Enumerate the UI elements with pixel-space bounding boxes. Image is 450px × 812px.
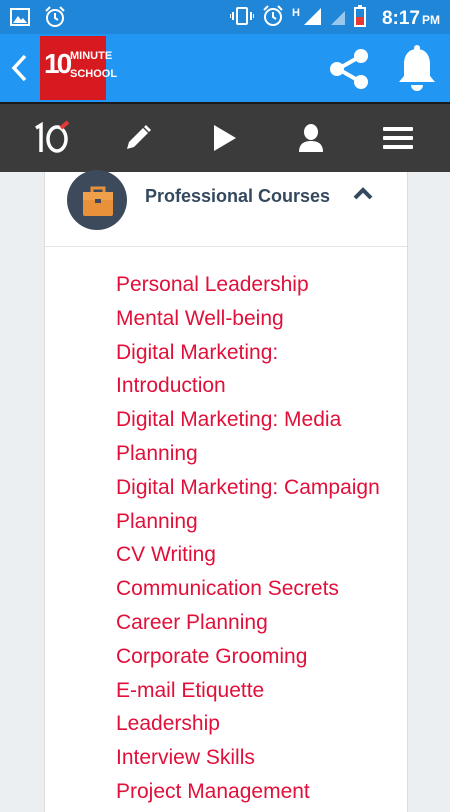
signal-icon (302, 6, 322, 31)
course-link[interactable]: Introduction (116, 369, 406, 403)
chevron-up-icon (353, 187, 373, 200)
course-link[interactable]: Personal Leadership (116, 268, 406, 302)
menu-icon (383, 127, 413, 149)
course-link[interactable]: Planning (116, 437, 406, 471)
share-button[interactable] (326, 46, 372, 92)
briefcase-icon (67, 170, 127, 230)
status-bar: H 8:17 PM (0, 0, 450, 34)
course-link[interactable]: Planning (116, 505, 406, 539)
course-link[interactable]: Corporate Grooming (116, 640, 406, 674)
nav-play[interactable] (200, 116, 248, 160)
course-list: Personal Leadership Mental Well-being Digi… (116, 268, 406, 809)
course-link[interactable]: Leadership (116, 707, 406, 741)
course-link[interactable]: Project Management (116, 775, 406, 809)
course-link[interactable]: E-mail Etiquette (116, 674, 406, 708)
logo-line2: SCHOOL (70, 68, 118, 80)
course-link[interactable]: Digital Marketing: Media (116, 403, 406, 437)
share-icon (330, 49, 368, 89)
bell-icon (399, 45, 435, 91)
chevron-left-icon (11, 54, 27, 82)
bottom-nav (0, 102, 450, 172)
signal-icon-2 (330, 6, 346, 31)
section-title: Professional Courses (145, 186, 331, 206)
vibrate-icon (229, 6, 256, 31)
network-type: H (292, 6, 300, 19)
app-logo[interactable]: 10 MINUTE SCHOOL (40, 36, 117, 100)
logo-line1: MINUTE (70, 50, 113, 62)
battery-icon (353, 5, 366, 32)
alarm-icon (44, 6, 66, 33)
app-bar: 10 MINUTE SCHOOL (0, 34, 450, 102)
section-header[interactable]: Professional Courses (45, 170, 407, 247)
course-link[interactable]: Career Planning (116, 606, 406, 640)
nav-edit[interactable] (114, 116, 162, 160)
course-link[interactable]: Mental Well-being (116, 302, 406, 336)
courses-card: Professional Courses Personal Leadership… (44, 170, 408, 812)
nav-menu[interactable] (374, 116, 422, 160)
alarm-icon (262, 5, 284, 32)
course-link[interactable]: CV Writing (116, 538, 406, 572)
course-link[interactable]: Interview Skills (116, 741, 406, 775)
ten-logo-icon (35, 120, 70, 153)
nav-profile[interactable] (287, 116, 335, 160)
course-link[interactable]: Digital Marketing: (116, 336, 406, 370)
course-link[interactable]: Digital Marketing: Campaign (116, 471, 406, 505)
user-icon (299, 124, 323, 152)
collapse-button[interactable] (351, 182, 375, 206)
notifications-button[interactable] (394, 44, 440, 92)
gallery-icon (10, 8, 30, 31)
logo-number: 10 (44, 48, 72, 79)
clock: 8:17 PM (381, 7, 440, 29)
nav-home[interactable] (28, 116, 76, 160)
back-button[interactable] (8, 52, 32, 84)
course-link[interactable]: Communication Secrets (116, 572, 406, 606)
pencil-icon (127, 125, 151, 149)
play-icon (214, 125, 236, 151)
